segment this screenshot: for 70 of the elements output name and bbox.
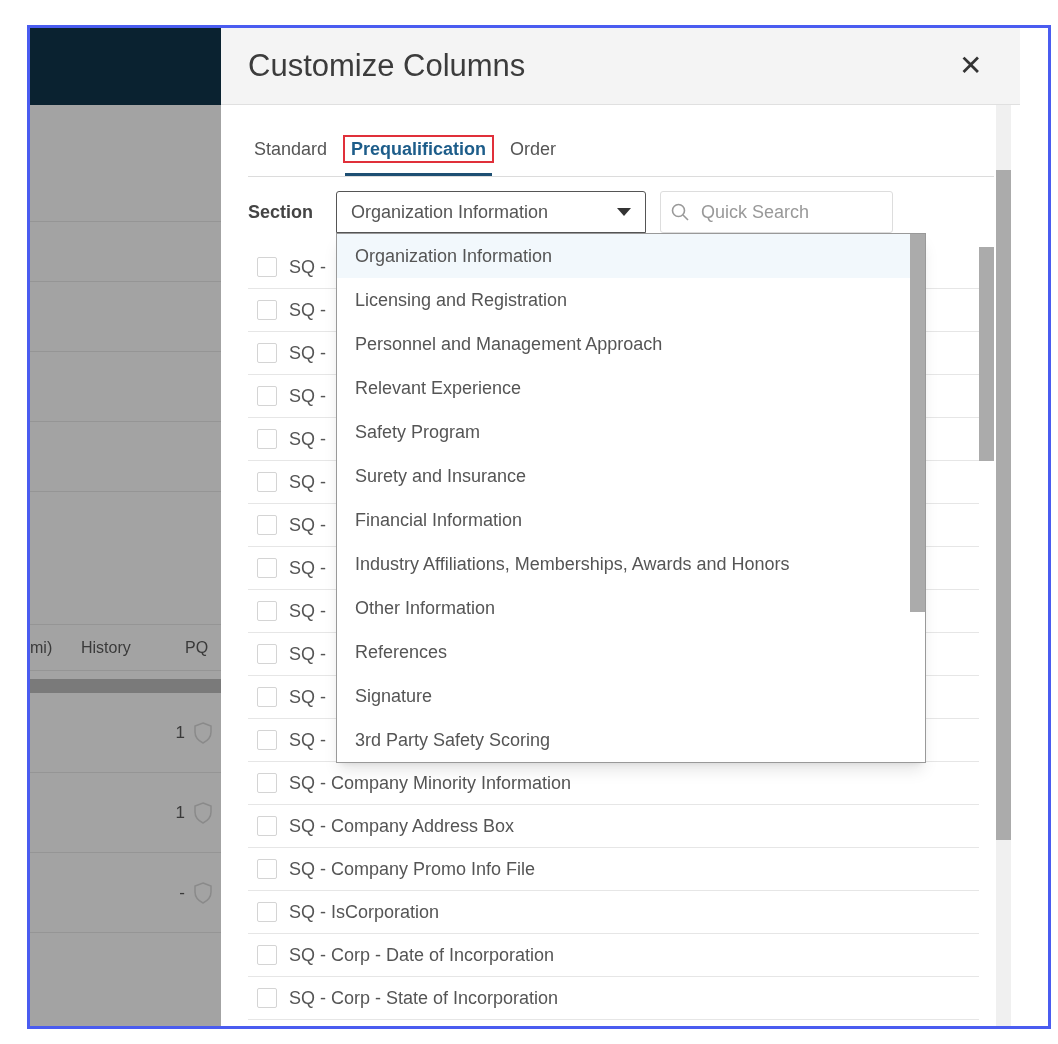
count-text: -	[179, 881, 185, 904]
checkbox[interactable]	[257, 945, 277, 965]
column-option-label: SQ - Corp - Date of Incorporation	[289, 943, 555, 967]
scrollbar-thumb[interactable]	[910, 234, 925, 612]
column-option-label: SQ -	[289, 556, 326, 580]
dropdown-option[interactable]: Financial Information	[337, 498, 910, 542]
shield-icon	[193, 800, 213, 825]
checkbox[interactable]	[257, 429, 277, 449]
dropdown-option[interactable]: Signature	[337, 674, 910, 718]
column-option-label: SQ -	[289, 341, 326, 365]
column-option-label: SQ -	[289, 470, 326, 494]
checkbox[interactable]	[257, 902, 277, 922]
column-option-label: SQ -	[289, 298, 326, 322]
section-dropdown[interactable]: Organization Information	[336, 191, 646, 233]
quick-search-field[interactable]: Quick Search	[660, 191, 893, 233]
checkbox[interactable]	[257, 386, 277, 406]
scrollbar-thumb[interactable]	[979, 247, 994, 461]
checkbox[interactable]	[257, 601, 277, 621]
column-option-label: SQ -	[289, 255, 326, 279]
column-option-label: SQ - IsCorporation	[289, 900, 440, 924]
checkbox[interactable]	[257, 257, 277, 277]
checkbox[interactable]	[257, 730, 277, 750]
tab[interactable]: Prequalification	[345, 136, 493, 176]
column-header: PQ	[185, 637, 209, 658]
column-option-label: SQ -	[289, 599, 326, 623]
checkbox[interactable]	[257, 300, 277, 320]
shield-icon	[193, 720, 213, 745]
checkbox[interactable]	[257, 558, 277, 578]
count-text: 1	[175, 721, 185, 744]
checkbox[interactable]	[257, 343, 277, 363]
checkbox[interactable]	[257, 472, 277, 492]
column-option-label: SQ - Corp - State of Incorporation	[289, 986, 559, 1010]
dropdown-option[interactable]: 3rd Party Safety Scoring	[337, 718, 910, 762]
checkbox[interactable]	[257, 816, 277, 836]
column-option-label: SQ - Company Minority Information	[289, 771, 572, 795]
shield-icon	[193, 880, 213, 905]
checkbox[interactable]	[257, 773, 277, 793]
search-icon	[671, 203, 689, 221]
dropdown-option[interactable]: Other Information	[337, 586, 910, 630]
dropdown-option[interactable]: Licensing and Registration	[337, 278, 910, 322]
column-option-label: SQ -	[289, 642, 326, 666]
checkbox[interactable]	[257, 859, 277, 879]
dropdown-option[interactable]: Industry Affiliations, Memberships, Awards and Honors	[337, 542, 910, 586]
column-option-label: SQ -	[289, 685, 326, 709]
caret-icon	[617, 208, 631, 216]
checkbox[interactable]	[257, 515, 277, 535]
scrollbar-thumb[interactable]	[996, 170, 1011, 840]
checkbox[interactable]	[257, 687, 277, 707]
tab[interactable]: Standard	[248, 136, 334, 176]
count-text: 1	[175, 801, 185, 824]
section-label: Section	[248, 200, 314, 224]
checkbox[interactable]	[257, 644, 277, 664]
column-header: mi)	[30, 637, 54, 658]
column-option-label: SQ -	[289, 384, 326, 408]
column-option-label: SQ -	[289, 427, 326, 451]
close-button[interactable]: ✕	[959, 52, 982, 80]
dropdown-option[interactable]: Personnel and Management Approach	[337, 322, 910, 366]
tab[interactable]: Order	[504, 136, 563, 176]
column-option-label: SQ -	[289, 513, 326, 537]
dropdown-option[interactable]: Organization Information	[337, 234, 910, 278]
dropdown-option[interactable]: Safety Program	[337, 410, 910, 454]
dropdown-option[interactable]: Surety and Insurance	[337, 454, 910, 498]
column-option-label: SQ - Company Promo Info File	[289, 857, 536, 881]
column-header: History	[81, 637, 132, 658]
column-option-label: SQ -	[289, 728, 326, 752]
checkbox[interactable]	[257, 988, 277, 1008]
dialog-title: Customize Columns	[248, 46, 526, 85]
dropdown-option[interactable]: Relevant Experience	[337, 366, 910, 410]
column-option-label: SQ - Company Address Box	[289, 814, 515, 838]
dropdown-option[interactable]: References	[337, 630, 910, 674]
